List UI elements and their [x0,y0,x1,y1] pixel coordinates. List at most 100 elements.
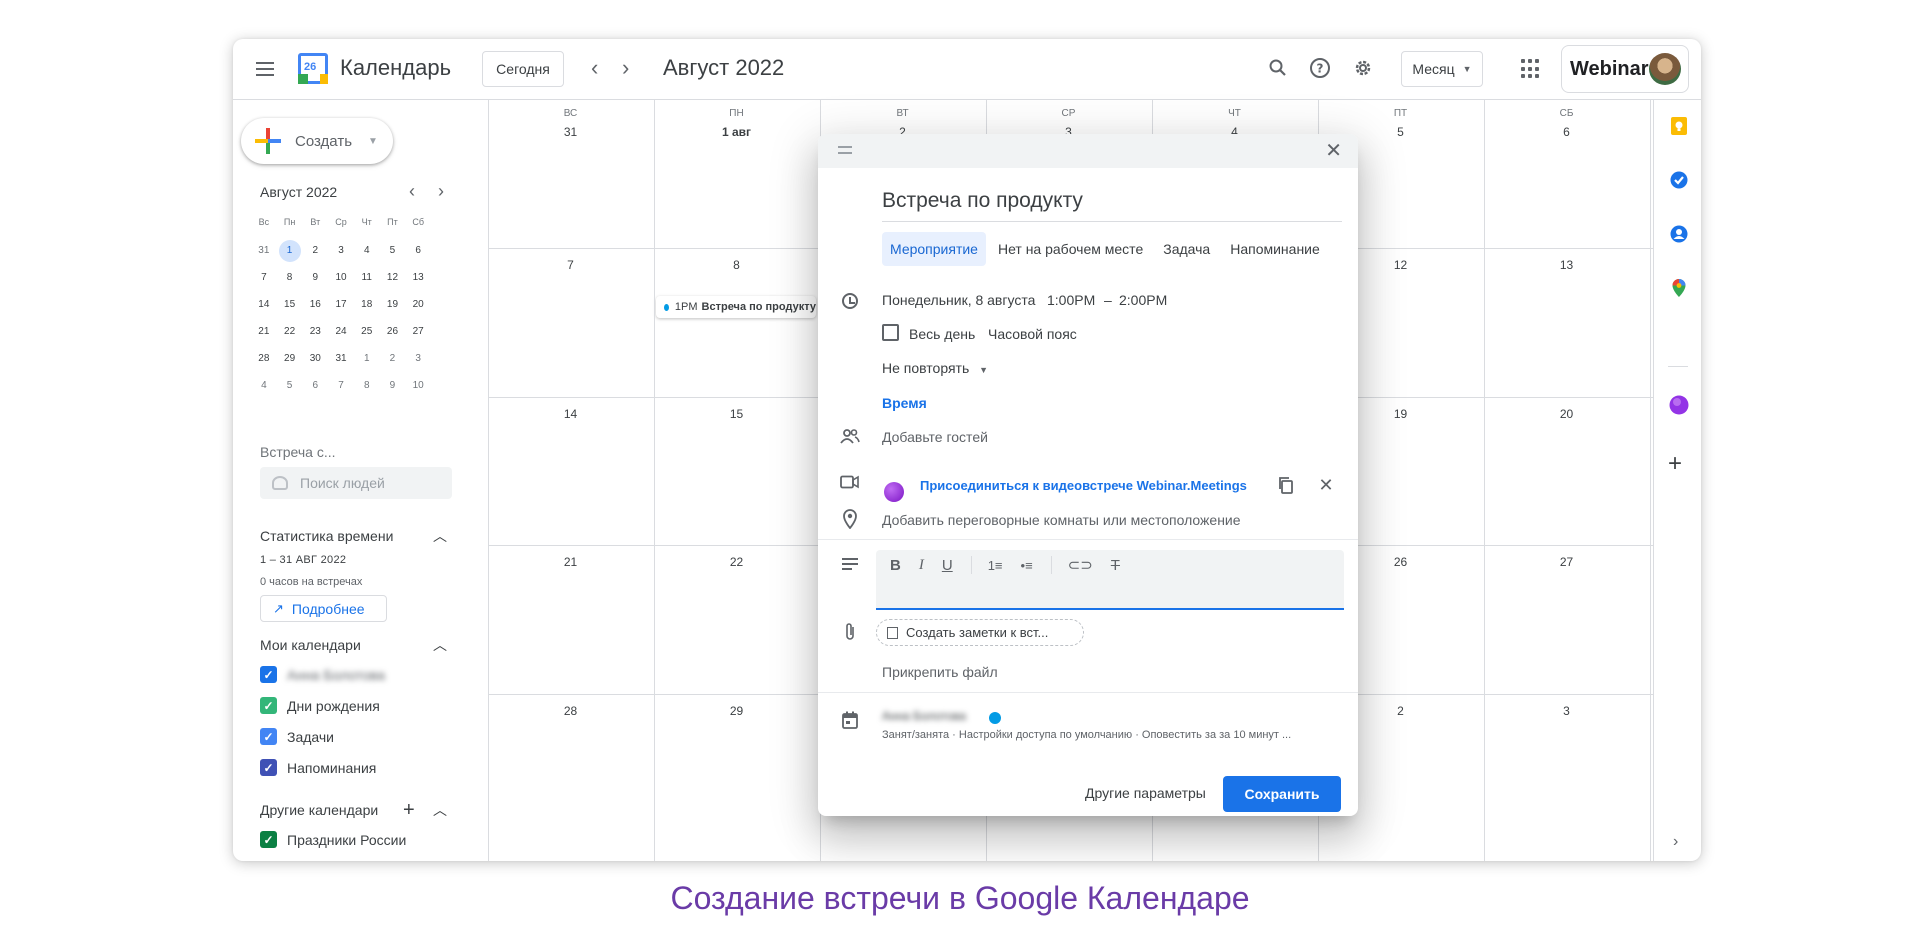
mini-day[interactable]: 19 [380,299,406,310]
add-addon-icon[interactable]: + [1668,450,1682,478]
event-date[interactable]: Понедельник, 8 августа [882,292,1035,308]
mini-day[interactable]: 18 [354,299,380,310]
time-stats-title[interactable]: Статистика времени [260,528,393,544]
grid-day-number[interactable]: 22 [654,555,819,569]
prev-month-icon[interactable]: ‹ [591,57,598,79]
apps-grid-icon[interactable] [1521,59,1541,79]
main-menu-icon[interactable] [253,57,277,81]
mini-day[interactable]: 31 [251,245,277,256]
italic-icon[interactable]: I [919,557,924,574]
mini-day[interactable]: 29 [277,353,303,364]
grid-day-number[interactable]: 3 [1484,704,1649,718]
event-type-tab[interactable]: Задача [1155,232,1218,266]
grid-day-number[interactable]: 27 [1484,555,1649,569]
drag-handle-icon[interactable] [838,146,852,154]
calendar-logo-icon[interactable]: 26 [298,53,328,84]
mini-day[interactable]: 31 [328,353,354,364]
calendar-list-item[interactable]: ✓ Дни рождения [260,697,380,714]
mini-day[interactable]: 7 [328,380,354,391]
event-type-tab[interactable]: Мероприятие [882,232,986,266]
chevron-up-icon[interactable]: ︿ [433,635,447,655]
view-selector[interactable]: Месяц ▼ [1401,51,1483,87]
mini-day[interactable]: 11 [354,272,380,283]
timezone-link[interactable]: Часовой пояс [988,326,1077,342]
mini-day[interactable]: 30 [302,353,328,364]
calendar-list-item[interactable]: ✓ Задачи [260,728,334,745]
mini-day[interactable]: 10 [328,272,354,283]
location-input[interactable]: Добавить переговорные комнаты или местоп… [882,512,1241,528]
mini-day[interactable]: 4 [354,245,380,256]
contacts-icon[interactable] [1669,224,1689,244]
add-guests-input[interactable]: Добавьте гостей [882,429,988,445]
event-title-input[interactable]: Встреча по продукту [882,189,1342,222]
bulleted-list-icon[interactable]: •≡ [1021,558,1033,573]
mini-day[interactable]: 22 [277,326,303,337]
mini-prev-icon[interactable]: ‹ [409,181,415,202]
more-options-button[interactable]: Другие параметры [1085,785,1206,801]
grid-day-number[interactable]: 7 [488,258,653,272]
calendar-list-item[interactable]: ✓ Анна Болотова [260,666,385,683]
repeat-select[interactable]: Не повторять ▼ [882,360,988,376]
underline-icon[interactable]: U [942,557,953,574]
maps-icon[interactable] [1669,278,1689,298]
calendar-checkbox[interactable]: ✓ [260,831,277,848]
mini-day[interactable]: 15 [277,299,303,310]
mini-day[interactable]: 1 [354,353,380,364]
event-type-tab[interactable]: Нет на рабочем месте [990,232,1151,266]
description-editor[interactable]: B I U 1≡ •≡ ⊂⊃ T [876,550,1344,610]
grid-day-number[interactable]: 6 [1484,125,1649,139]
clear-format-icon[interactable]: T [1111,557,1120,574]
close-icon[interactable]: ✕ [1325,138,1342,163]
mini-day[interactable]: 8 [354,380,380,391]
all-day-checkbox[interactable] [882,324,899,341]
next-month-icon[interactable]: › [622,57,629,79]
stats-more-button[interactable]: ↗ Подробнее [260,595,387,622]
grid-event-chip[interactable]: 1PM Встреча по продукту [656,296,816,318]
mini-day[interactable]: 17 [328,299,354,310]
mini-day[interactable]: 25 [354,326,380,337]
find-time-link[interactable]: Время [882,395,927,411]
calendar-owner-name[interactable]: Анна Болотова [882,709,966,723]
mini-day[interactable]: 13 [405,272,431,283]
event-time-end[interactable]: 2:00PM [1119,292,1167,308]
mini-day[interactable]: 1 [277,239,303,262]
mini-day[interactable]: 16 [302,299,328,310]
grid-day-number[interactable]: 31 [488,125,653,139]
save-button[interactable]: Сохранить [1223,776,1341,812]
mini-day[interactable]: 5 [277,380,303,391]
numbered-list-icon[interactable]: 1≡ [988,558,1003,573]
mini-next-icon[interactable]: › [438,181,444,202]
grid-day-number[interactable]: 20 [1484,407,1649,421]
event-type-tab[interactable]: Напоминание [1222,232,1328,266]
mini-day[interactable]: 9 [302,272,328,283]
search-icon[interactable] [1265,55,1291,81]
attach-file-link[interactable]: Прикрепить файл [882,664,998,680]
calendar-checkbox[interactable]: ✓ [260,697,277,714]
grid-day-number[interactable]: 1 авг [654,125,819,139]
mini-day[interactable]: 27 [405,326,431,337]
grid-day-number[interactable]: 8 [654,258,819,272]
bold-icon[interactable]: B [890,557,901,574]
today-button[interactable]: Сегодня [482,51,564,87]
settings-gear-icon[interactable] [1350,55,1376,81]
event-visibility-meta[interactable]: Занят/занята · Настройки доступа по умол… [882,729,1291,741]
mini-day[interactable]: 23 [302,326,328,337]
webinar-addon-icon[interactable] [1669,395,1689,415]
avatar[interactable] [1649,53,1681,85]
mini-day[interactable]: 4 [251,380,277,391]
expand-panel-icon[interactable]: › [1673,833,1678,851]
grid-day-number[interactable]: 14 [488,407,653,421]
dialog-title-bar[interactable]: ✕ [818,134,1358,168]
mini-day[interactable]: 8 [277,272,303,283]
mini-day[interactable]: 20 [405,299,431,310]
mini-day[interactable]: 5 [380,245,406,256]
chevron-up-icon[interactable]: ︿ [433,800,447,820]
calendar-list-item[interactable]: ✓ Напоминания [260,759,376,776]
mini-day[interactable]: 12 [380,272,406,283]
link-icon[interactable]: ⊂⊃ [1068,556,1093,574]
mini-day[interactable]: 28 [251,353,277,364]
mini-day[interactable]: 10 [405,380,431,391]
mini-day[interactable]: 14 [251,299,277,310]
help-icon[interactable]: ? [1307,55,1333,81]
mini-day[interactable]: 26 [380,326,406,337]
